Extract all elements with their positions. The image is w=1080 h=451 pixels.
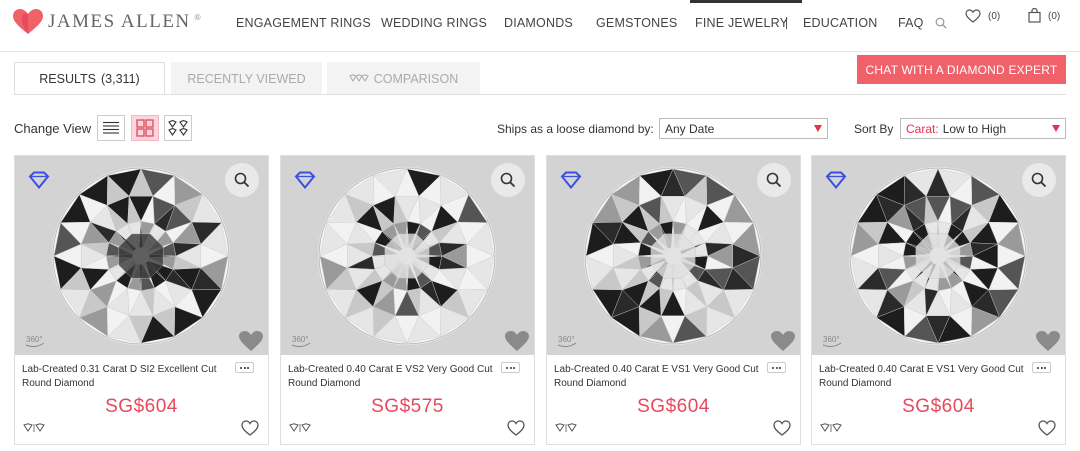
diamond-view-button[interactable]: [164, 115, 192, 141]
rotate-360-icon[interactable]: 360°: [289, 330, 313, 350]
product-price: SG$604: [637, 396, 710, 417]
product-card[interactable]: 360° Lab-Created 0.40 Carat E VS1 Very G…: [546, 155, 801, 445]
shopping-bag-icon[interactable]: [1028, 8, 1041, 23]
change-view-label: Change View: [14, 121, 92, 136]
tab-recently-viewed[interactable]: RECENTLY VIEWED: [171, 62, 322, 95]
sort-value: Low to High: [942, 121, 1007, 136]
rotate-360-label: 360°: [26, 335, 43, 344]
heart-shape-icon[interactable]: [770, 330, 796, 352]
wishlist-heart-icon[interactable]: [773, 420, 791, 436]
rotate-360-icon[interactable]: 360°: [23, 330, 47, 350]
sort-select[interactable]: Carat: Low to High: [900, 118, 1066, 139]
product-price: SG$604: [105, 396, 178, 417]
lab-diamond-badge-icon: [825, 171, 847, 189]
nav-engagement-rings[interactable]: ENGAGEMENT RINGS: [236, 16, 371, 30]
heart-shape-icon[interactable]: [1035, 330, 1061, 352]
nav-divider: [786, 17, 787, 29]
zoom-icon: [500, 172, 516, 188]
product-price: SG$575: [371, 396, 444, 417]
nav-education[interactable]: EDUCATION: [803, 16, 878, 30]
ship-date-value: Any Date: [665, 121, 715, 136]
site-header: JAMES ALLEN ® ENGAGEMENT RINGS WEDDING R…: [0, 0, 1080, 52]
grid-view-icon: [136, 119, 154, 137]
diamond-image[interactable]: 360°: [15, 156, 268, 355]
tabs-underline: [14, 94, 1066, 95]
product-title[interactable]: Lab-Created 0.40 Carat E VS2 Very Good C…: [288, 363, 498, 391]
zoom-button[interactable]: [491, 163, 525, 197]
tab-results-count: (3,311): [101, 72, 140, 86]
rotate-360-icon[interactable]: 360°: [820, 330, 844, 350]
product-price: SG$604: [902, 396, 975, 417]
nav-diamonds[interactable]: DIAMONDS: [504, 16, 573, 30]
zoom-icon: [234, 172, 250, 188]
lab-diamond-badge-icon: [294, 171, 316, 189]
chat-expert-button[interactable]: CHAT WITH A DIAMOND EXPERT: [857, 55, 1066, 84]
zoom-icon: [1031, 172, 1047, 188]
rotate-360-label: 360°: [292, 335, 309, 344]
compare-icon[interactable]: [289, 423, 311, 433]
list-view-icon: [103, 121, 119, 134]
more-options-button[interactable]: [235, 362, 254, 373]
nav-gemstones[interactable]: GEMSTONES: [596, 16, 677, 30]
heart-shape-icon[interactable]: [238, 330, 264, 352]
cart-count: (0): [1048, 11, 1061, 22]
diamond-image[interactable]: 360°: [812, 156, 1065, 355]
tab-results[interactable]: RESULTS (3,311): [14, 62, 165, 95]
rotate-360-icon[interactable]: 360°: [555, 330, 579, 350]
product-title[interactable]: Lab-Created 0.31 Carat D SI2 Excellent C…: [22, 363, 232, 391]
tab-comparison[interactable]: COMPARISON: [327, 62, 480, 95]
diamond-image[interactable]: 360°: [281, 156, 534, 355]
compare-diamonds-icon: [349, 73, 369, 82]
wishlist-count: (0): [988, 11, 1001, 22]
wishlist-heart-icon[interactable]: [1038, 420, 1056, 436]
compare-icon[interactable]: [23, 423, 45, 433]
nav-fine-jewelry[interactable]: FINE JEWELRY: [695, 16, 788, 30]
sort-key: Carat:: [906, 121, 939, 136]
diamond-image[interactable]: 360°: [547, 156, 800, 355]
product-title[interactable]: Lab-Created 0.40 Carat E VS1 Very Good C…: [554, 363, 764, 391]
nav-faq[interactable]: FAQ: [898, 16, 924, 30]
rotate-360-label: 360°: [558, 335, 575, 344]
ship-date-label: Ships as a loose diamond by:: [497, 122, 654, 136]
lab-diamond-badge-icon: [28, 171, 50, 189]
heart-shape-icon[interactable]: [504, 330, 530, 352]
tab-results-label: RESULTS: [39, 72, 97, 86]
chevron-down-icon: [814, 125, 822, 132]
lab-diamond-badge-icon: [560, 171, 582, 189]
zoom-button[interactable]: [225, 163, 259, 197]
diamond-view-icon: [168, 119, 188, 136]
product-card[interactable]: 360° Lab-Created 0.40 Carat E VS1 Very G…: [811, 155, 1066, 445]
wishlist-heart-icon[interactable]: [507, 420, 525, 436]
sort-by-label: Sort By: [854, 122, 894, 136]
product-title[interactable]: Lab-Created 0.40 Carat E VS1 Very Good C…: [819, 363, 1029, 391]
tab-compare-label: COMPARISON: [373, 71, 459, 86]
ship-date-select[interactable]: Any Date: [659, 118, 828, 139]
product-card[interactable]: 360° Lab-Created 0.40 Carat E VS2 Very G…: [280, 155, 535, 445]
wishlist-heart-icon[interactable]: [241, 420, 259, 436]
zoom-button[interactable]: [1022, 163, 1056, 197]
nav-wedding-rings[interactable]: WEDDING RINGS: [381, 16, 487, 30]
grid-view-button[interactable]: [131, 115, 159, 141]
list-view-button[interactable]: [97, 115, 125, 141]
zoom-icon: [766, 172, 782, 188]
more-options-button[interactable]: [501, 362, 520, 373]
zoom-button[interactable]: [757, 163, 791, 197]
heart-icon[interactable]: [965, 9, 981, 23]
main-nav: ENGAGEMENT RINGS WEDDING RINGS DIAMONDS …: [0, 16, 1080, 32]
search-icon[interactable]: [935, 17, 947, 29]
compare-icon[interactable]: [555, 423, 577, 433]
compare-icon[interactable]: [820, 423, 842, 433]
product-card[interactable]: 360° Lab-Created 0.31 Carat D SI2 Excell…: [14, 155, 269, 445]
more-options-button[interactable]: [767, 362, 786, 373]
rotate-360-label: 360°: [823, 335, 840, 344]
tab-recent-label: RECENTLY VIEWED: [187, 71, 306, 86]
chevron-down-icon: [1052, 125, 1060, 132]
top-accent-line: [690, 0, 802, 3]
more-options-button[interactable]: [1032, 362, 1051, 373]
